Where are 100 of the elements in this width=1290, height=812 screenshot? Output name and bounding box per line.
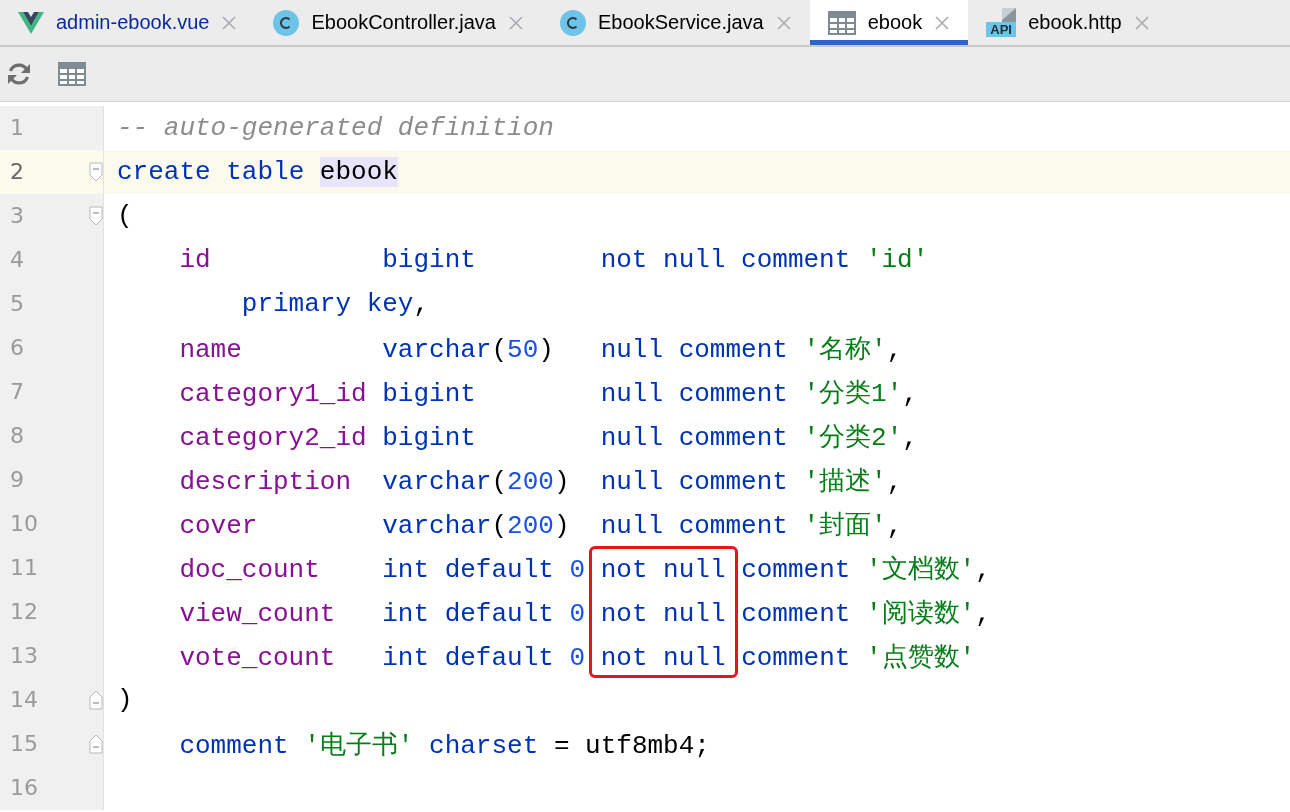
editor-tab[interactable]: admin-ebook.vue (0, 0, 256, 45)
sql-keyword: varchar (382, 466, 492, 497)
string-literal: '分类1' (803, 378, 903, 409)
sql-keyword: primary key (241, 289, 414, 319)
column-name: cover (179, 510, 258, 541)
line-number: 1 (9, 114, 25, 142)
line-number: 7 (9, 378, 25, 406)
column-name: view_count (179, 598, 336, 629)
line-number: 8 (9, 422, 25, 450)
editor-tab[interactable]: EbookController.java (255, 0, 542, 45)
close-icon[interactable] (1133, 14, 1150, 31)
sql-keyword: int default (382, 554, 554, 585)
line-number: 6 (9, 334, 25, 362)
line-number: 12 (9, 598, 39, 626)
tab-label: admin-ebook.vue (56, 11, 210, 34)
column-name: name (179, 334, 242, 365)
sql-keyword: varchar (382, 334, 492, 365)
fold-collapse-icon[interactable] (89, 206, 103, 226)
sql-keyword: null comment (600, 378, 788, 409)
number-literal: 0 (569, 598, 586, 629)
line-number: 5 (9, 290, 25, 318)
editor-tab[interactable]: API ebook.http (968, 0, 1168, 45)
line-number: 3 (9, 202, 25, 230)
column-name: vote_count (179, 642, 336, 673)
code-text: , (975, 554, 991, 585)
line-number: 15 (9, 730, 39, 758)
code-text: ( (491, 510, 508, 541)
code-text: , (902, 378, 918, 409)
code-text: ( (491, 466, 508, 497)
tab-label: ebook (867, 11, 923, 34)
string-literal: '阅读数' (865, 598, 976, 629)
code-text: , (902, 422, 918, 453)
sql-keyword: null comment (600, 466, 788, 497)
code-comment: -- auto-generated definition (117, 113, 554, 143)
column-name: doc_count (179, 554, 320, 585)
v-logo-icon (18, 11, 44, 34)
sql-keyword: not null (600, 554, 726, 585)
line-number: 2 (9, 158, 25, 186)
editor-tab[interactable]: ebook (809, 0, 969, 45)
fold-collapse-icon[interactable] (89, 162, 103, 182)
number-literal: 200 (507, 466, 554, 497)
string-literal: 'id' (865, 245, 929, 275)
sql-keyword: comment (741, 642, 851, 673)
column-name: category1_id (179, 378, 367, 409)
table-name: ebook (319, 157, 398, 187)
close-icon[interactable] (934, 14, 951, 31)
sql-keyword: comment (741, 598, 851, 629)
sql-keyword: varchar (382, 510, 492, 541)
code-text: ) (117, 685, 133, 715)
fold-end-icon[interactable] (89, 690, 103, 710)
sql-keyword: comment (741, 554, 851, 585)
string-literal: '分类2' (803, 422, 903, 453)
sql-keyword: int default (382, 642, 554, 673)
sql-keyword: bigint (382, 378, 476, 409)
sql-keyword: not null (600, 642, 726, 673)
string-literal: '描述' (803, 466, 887, 497)
line-number: 16 (9, 774, 39, 802)
string-literal: '文档数' (865, 554, 976, 585)
code-text: = (553, 730, 570, 761)
sql-keyword: null comment (600, 422, 788, 453)
class-c-icon (560, 9, 586, 36)
column-name: id (179, 245, 211, 275)
code-text: ( (491, 334, 508, 365)
code-text: ) (553, 510, 570, 541)
tab-label: ebook.http (1028, 11, 1122, 34)
code-text: ( (117, 201, 133, 231)
code-text: , (413, 289, 430, 319)
sql-keyword: bigint (382, 422, 476, 453)
editor-tab[interactable]: EbookService.java (542, 0, 810, 45)
file-corner-icon (1002, 8, 1017, 22)
sql-keyword: not null (600, 598, 726, 629)
string-literal: '封面' (803, 510, 887, 541)
number-literal: 0 (569, 642, 586, 673)
code-text: utf8mb4; (585, 730, 710, 761)
sql-keyword: create table (117, 157, 305, 187)
close-icon[interactable] (775, 14, 792, 31)
column-name: description (179, 466, 352, 497)
close-icon[interactable] (221, 14, 238, 31)
code-text: , (975, 598, 991, 629)
refresh-icon[interactable] (6, 61, 32, 87)
column-name: category2_id (179, 422, 367, 453)
string-literal: '名称' (803, 334, 887, 365)
table-icon[interactable] (58, 62, 86, 86)
line-number: 11 (9, 554, 39, 582)
sql-keyword: not null comment (600, 245, 851, 275)
string-literal: '电子书' (304, 730, 414, 761)
line-number: 10 (9, 510, 39, 538)
tab-label: EbookService.java (598, 11, 764, 34)
string-literal: '点赞数' (865, 642, 976, 673)
line-number: 9 (9, 466, 25, 494)
sql-keyword: null comment (600, 334, 788, 365)
fold-end-icon[interactable] (89, 734, 103, 754)
tab-label: EbookController.java (311, 11, 496, 34)
sql-keyword: charset (429, 730, 539, 761)
close-icon[interactable] (508, 14, 524, 31)
number-literal: 200 (507, 510, 554, 541)
line-number: 4 (9, 246, 25, 274)
code-text: ) (538, 334, 554, 365)
sql-keyword: bigint (382, 245, 476, 275)
line-number: 14 (9, 686, 39, 714)
